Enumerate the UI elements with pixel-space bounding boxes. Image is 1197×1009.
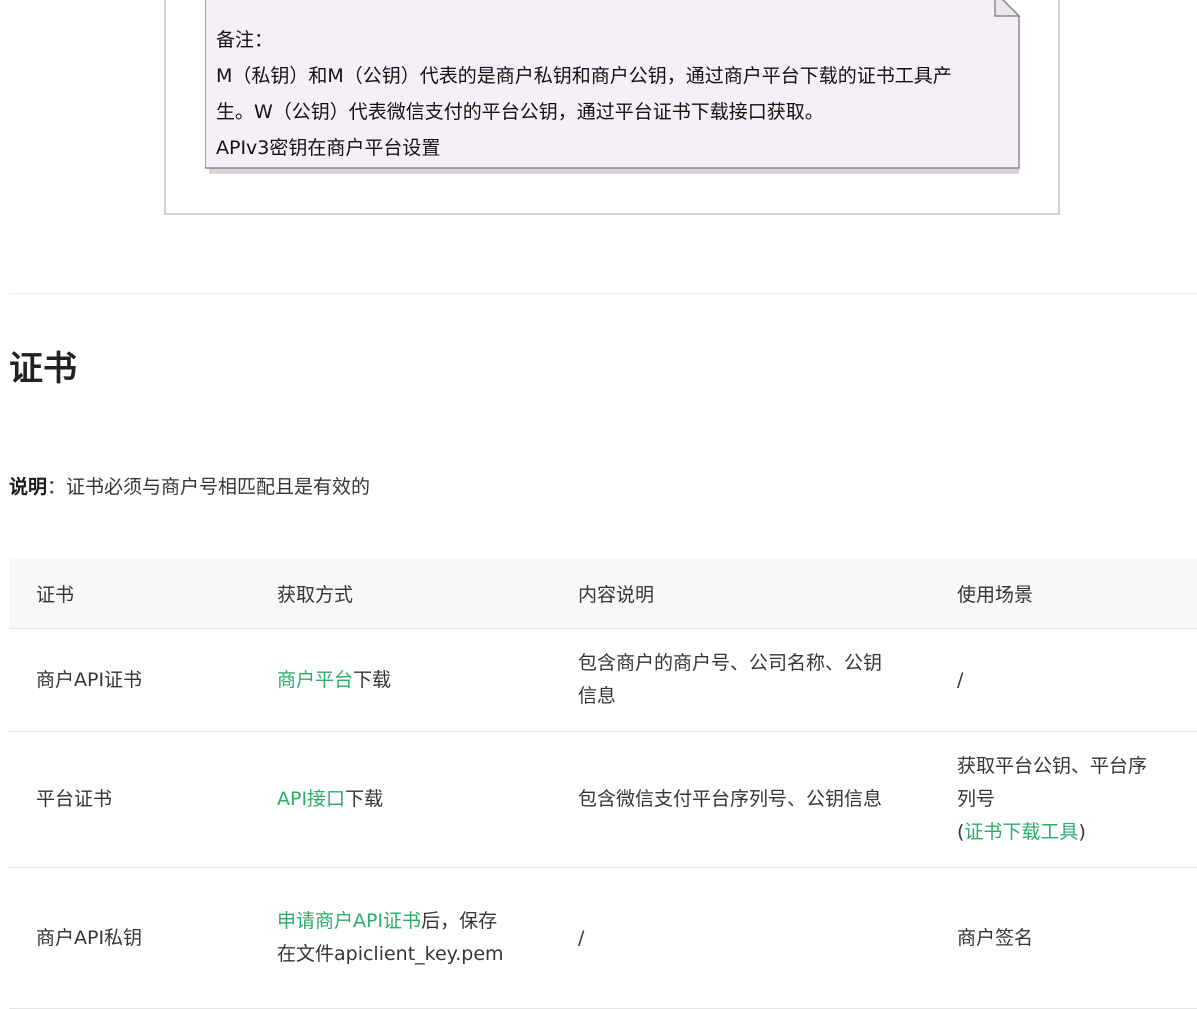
explain-body: ：证书必须与商户号相匹配且是有效的 bbox=[47, 476, 371, 498]
column-header-cert: 证书 bbox=[9, 559, 250, 629]
usage-tool-line: (证书下载工具) bbox=[957, 816, 1197, 849]
merchant-platform-link[interactable]: 商户平台 bbox=[277, 669, 353, 691]
table-header-row: 证书 获取方式 内容说明 使用场景 bbox=[9, 559, 1197, 629]
column-header-content: 内容说明 bbox=[551, 559, 930, 629]
cell-method: 申请商户API证书后，保存在文件apiclient_key.pem bbox=[250, 867, 551, 1009]
explain-label: 说明 bbox=[9, 476, 48, 498]
cert-name: 商户API证书 bbox=[36, 668, 143, 691]
usage-text: 商户签名 bbox=[957, 926, 1034, 949]
method-text: 下载 bbox=[353, 668, 392, 691]
content-text: 包含商户的商户号、公司名称、公钥信息 bbox=[578, 652, 883, 707]
note-box: 备注： M（私钥）和M（公钥）代表的是商户私钥和商户公钥，通过商户平台下载的证书… bbox=[205, 0, 1025, 177]
explain-text: 说明：证书必须与商户号相匹配且是有效的 bbox=[9, 473, 370, 501]
section-heading: 证书 bbox=[9, 349, 77, 389]
method-text: 下载 bbox=[345, 788, 384, 810]
cell-method: 商户平台下载 bbox=[250, 628, 551, 732]
usage-paren-close: ) bbox=[1078, 821, 1086, 843]
cell-usage: / bbox=[930, 628, 1197, 732]
cert-name: 平台证书 bbox=[36, 788, 113, 810]
table-row: 商户API证书 商户平台下载 包含商户的商户号、公司名称、公钥信息 / bbox=[9, 628, 1197, 732]
cell-method: API接口下载 bbox=[250, 731, 551, 868]
content-text: 包含微信支付平台序列号、公钥信息 bbox=[578, 788, 883, 810]
api-interface-link[interactable]: API接口 bbox=[277, 788, 345, 810]
cert-download-tool-link[interactable]: 证书下载工具 bbox=[964, 821, 1078, 843]
content-text: / bbox=[578, 926, 585, 949]
cell-content: 包含商户的商户号、公司名称、公钥信息 bbox=[551, 628, 930, 732]
cell-cert: 商户API私钥 bbox=[9, 867, 250, 1009]
note-line-3: APIv3密钥在商户平台设置 bbox=[216, 137, 441, 159]
cell-cert: 商户API证书 bbox=[9, 628, 250, 732]
note-line-1: M（私钥）和M（公钥）代表的是商户私钥和商户公钥，通过商户平台下载的证书工具产 bbox=[216, 65, 952, 87]
cell-usage: 获取平台公钥、平台序列号 (证书下载工具) bbox=[930, 731, 1197, 868]
usage-text: 获取平台公钥、平台序列号 bbox=[957, 755, 1148, 810]
table-row: 商户API私钥 申请商户API证书后，保存在文件apiclient_key.pe… bbox=[9, 867, 1197, 1009]
table-row: 平台证书 API接口下载 包含微信支付平台序列号、公钥信息 获取平台公钥、平台序… bbox=[9, 731, 1197, 868]
note-title: 备注： bbox=[216, 29, 274, 51]
certificate-table: 证书 获取方式 内容说明 使用场景 商户API证书 商户平台下载 包含商户的商户… bbox=[9, 559, 1197, 1009]
cell-content: 包含微信支付平台序列号、公钥信息 bbox=[551, 731, 930, 868]
note-line-2: 生。W（公钥）代表微信支付的平台公钥，通过平台证书下载接口获取。 bbox=[216, 101, 824, 123]
column-header-usage: 使用场景 bbox=[930, 559, 1197, 629]
apply-merchant-cert-link[interactable]: 申请商户API证书 bbox=[277, 910, 421, 932]
cell-cert: 平台证书 bbox=[9, 731, 250, 868]
column-header-method: 获取方式 bbox=[250, 559, 551, 629]
section-divider bbox=[9, 293, 1197, 294]
method-cell-text: 申请商户API证书后，保存在文件apiclient_key.pem bbox=[277, 905, 551, 971]
usage-text: / bbox=[957, 668, 964, 691]
cert-name: 商户API私钥 bbox=[36, 926, 143, 949]
cell-content: / bbox=[551, 867, 930, 1009]
cell-usage: 商户签名 bbox=[930, 867, 1197, 1009]
note-text: 备注： M（私钥）和M（公钥）代表的是商户私钥和商户公钥，通过商户平台下载的证书… bbox=[216, 22, 1006, 166]
